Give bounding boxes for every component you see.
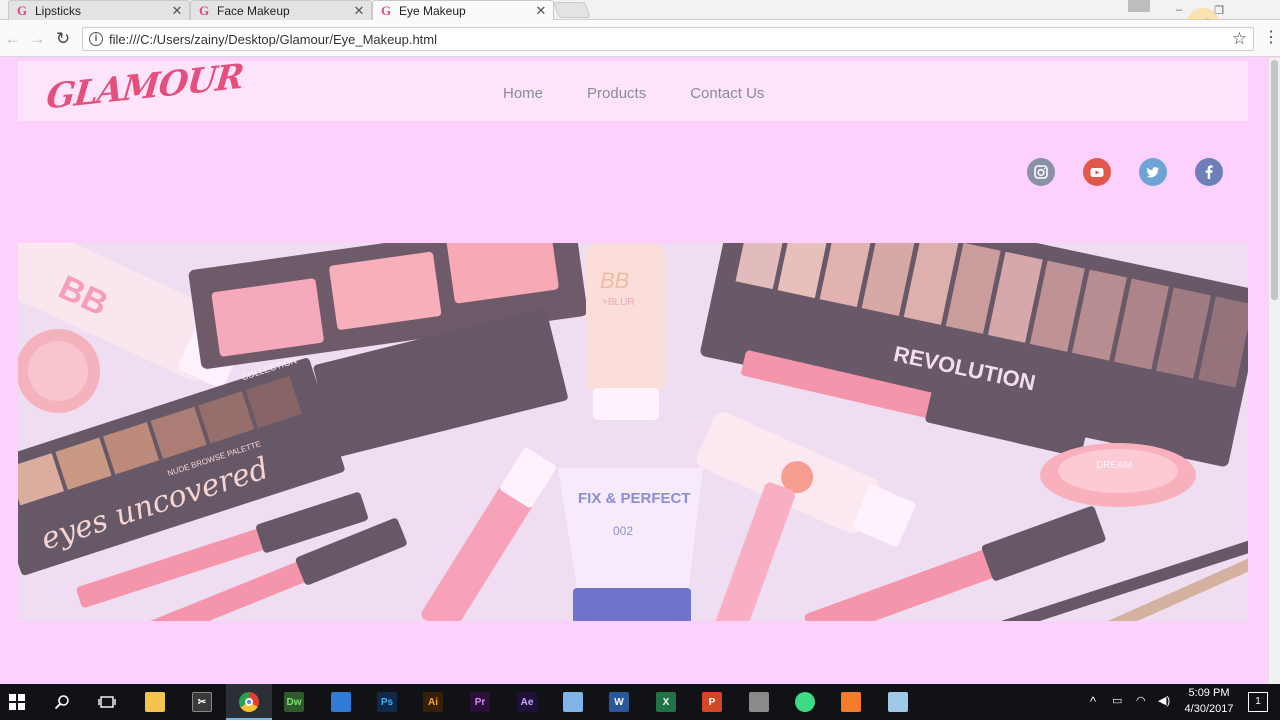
info-icon[interactable]: i [89, 32, 103, 46]
xampp-icon[interactable] [841, 692, 861, 712]
windows-taskbar: ✂ Dw Ps Ai Pr Ae W X P ^ ▭ ◠ ◀) 5:09 PM … [0, 684, 1280, 720]
dreamweaver-icon[interactable]: Dw [284, 692, 304, 712]
android-studio-icon[interactable] [795, 692, 815, 712]
tab-lipsticks[interactable]: G Lipsticks ✕ [8, 0, 190, 20]
illustrator-icon[interactable]: Ai [423, 692, 443, 712]
tab-face-makeup[interactable]: G Face Makeup ✕ [190, 0, 372, 20]
nav-home-link[interactable]: Home [503, 85, 543, 102]
google-favicon-icon: G [198, 2, 210, 18]
menu-icon[interactable]: ⋮ [1263, 28, 1279, 48]
3d-app-icon[interactable] [563, 692, 583, 712]
hero-makeup-image: BB BB +BLUR REVOLUTION COLLECTION eyes u… [18, 243, 1248, 621]
chrome-icon[interactable] [239, 692, 259, 712]
tray-chevron-icon[interactable]: ^ [1090, 694, 1096, 709]
facebook-icon[interactable] [1195, 158, 1223, 186]
start-icon[interactable] [7, 692, 27, 712]
new-tab-button[interactable] [553, 2, 591, 18]
site-header: GLAMOUR Home Products Contact Us [18, 58, 1248, 121]
media-icon[interactable] [749, 692, 769, 712]
tab-label: Lipsticks [35, 3, 82, 18]
tab-close-icon[interactable]: ✕ [353, 3, 365, 19]
page-scrollbar[interactable] [1268, 58, 1280, 684]
back-icon[interactable]: ← [2, 28, 24, 50]
task-view-icon[interactable] [97, 692, 117, 712]
google-favicon-icon: G [380, 2, 392, 18]
url-text[interactable]: file:///C:/Users/zainy/Desktop/Glamour/E… [109, 32, 437, 47]
tab-eye-makeup[interactable]: G Eye Makeup ✕ [372, 0, 554, 20]
clock-time[interactable]: 5:09 PM [1178, 687, 1240, 699]
site-nav: Home Products Contact Us [503, 85, 808, 102]
excel-icon[interactable]: X [656, 692, 676, 712]
tools-icon[interactable]: ✂ [192, 692, 212, 712]
reload-icon[interactable]: ↻ [52, 28, 74, 50]
browser-toolbar: ← → ↻ i file:///C:/Users/zainy/Desktop/G… [0, 20, 1280, 57]
powerpoint-icon[interactable]: P [702, 692, 722, 712]
makeup-flatlay-illustration: BB BB +BLUR REVOLUTION COLLECTION eyes u… [18, 243, 1248, 621]
after-effects-icon[interactable]: Ae [517, 692, 537, 712]
clock-date[interactable]: 4/30/2017 [1178, 703, 1240, 715]
tab-strip: G Lipsticks ✕ G Face Makeup ✕ G Eye Make… [0, 0, 1280, 20]
onedrive-icon[interactable] [331, 692, 351, 712]
google-favicon-icon: G [16, 2, 28, 18]
page-viewport: GLAMOUR Home Products Contact Us BB BB +… [0, 58, 1268, 684]
tab-label: Face Makeup [217, 3, 290, 18]
nav-contact-link[interactable]: Contact Us [690, 85, 764, 102]
notification-count: 1 [1255, 696, 1261, 707]
star-icon[interactable]: ☆ [1232, 29, 1247, 49]
premiere-icon[interactable]: Pr [470, 692, 490, 712]
file-explorer-icon[interactable] [145, 692, 165, 712]
network-icon[interactable]: ▭ [1112, 694, 1122, 707]
youtube-icon[interactable] [1083, 158, 1111, 186]
search-icon[interactable] [52, 692, 72, 712]
notifications-icon[interactable]: 1 [1248, 692, 1268, 712]
scrollbar-thumb[interactable] [1271, 60, 1278, 300]
volume-icon[interactable]: ◀) [1158, 694, 1170, 707]
photoshop-icon[interactable]: Ps [377, 692, 397, 712]
twitter-icon[interactable] [1139, 158, 1167, 186]
forward-icon[interactable]: → [26, 28, 48, 50]
glamour-logo[interactable]: GLAMOUR [44, 58, 245, 118]
tab-close-icon[interactable]: ✕ [171, 3, 183, 19]
tab-label: Eye Makeup [399, 3, 466, 18]
tab-close-icon[interactable]: ✕ [535, 3, 547, 19]
instagram-icon[interactable] [1027, 158, 1055, 186]
address-bar[interactable]: i file:///C:/Users/zainy/Desktop/Glamour… [82, 27, 1254, 51]
wifi-icon[interactable]: ◠ [1136, 694, 1146, 707]
profile-icon[interactable] [1128, 0, 1150, 12]
nav-products-link[interactable]: Products [587, 85, 646, 102]
word-icon[interactable]: W [609, 692, 629, 712]
notes-icon[interactable] [888, 692, 908, 712]
